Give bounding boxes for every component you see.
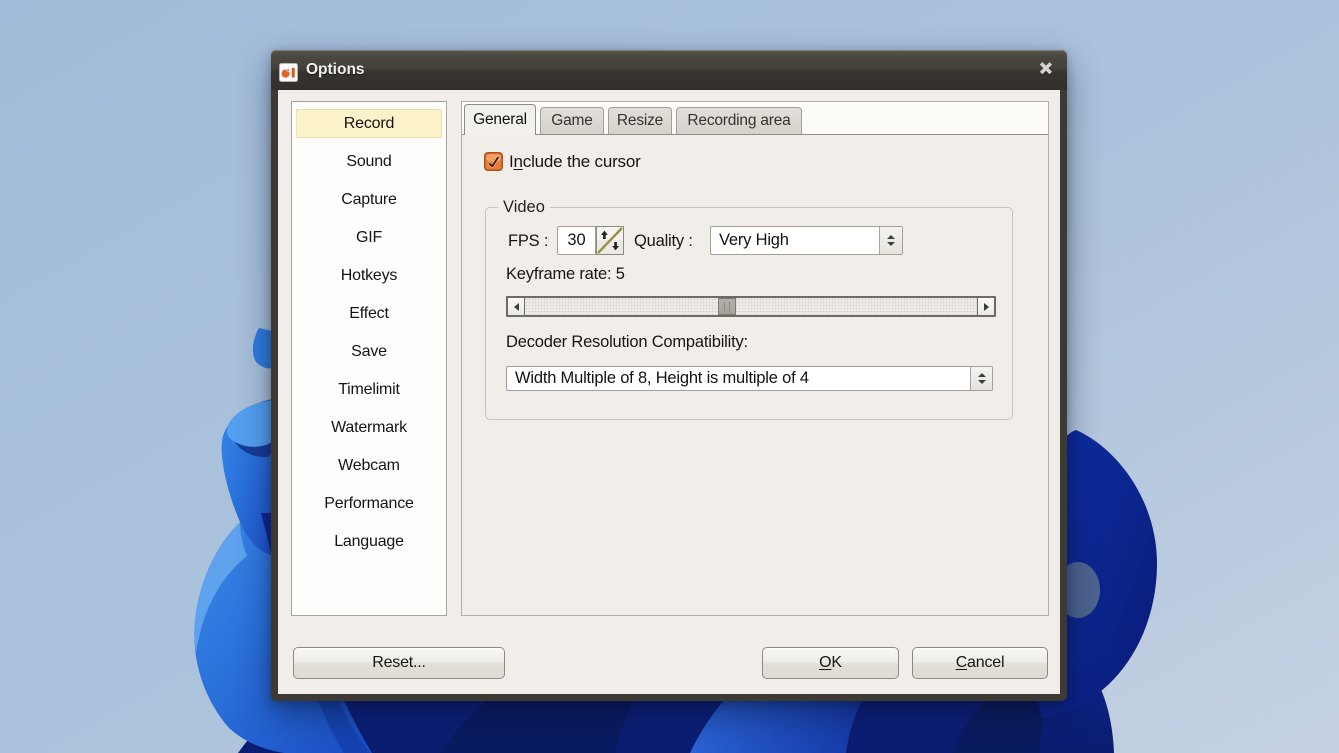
video-groupbox: Video FPS : 30 Quality : Very High	[485, 207, 1013, 420]
sidebar-item-sound[interactable]: Sound	[296, 147, 442, 176]
keyframe-slider[interactable]	[506, 296, 996, 317]
sidebar-item-performance[interactable]: Performance	[296, 489, 442, 518]
sidebar-item-webcam[interactable]: Webcam	[296, 451, 442, 480]
quality-select-arrows-icon[interactable]	[879, 227, 902, 254]
fps-input[interactable]: 30	[557, 226, 596, 255]
left-arrow-icon	[514, 303, 519, 311]
right-arrow-icon	[984, 303, 989, 311]
sidebar-item-effect[interactable]: Effect	[296, 299, 442, 328]
options-dialog: Options ✕ Record Sound Capture GIF Hotke…	[271, 50, 1067, 701]
keyframe-slider-track[interactable]	[525, 298, 977, 315]
fps-label: FPS :	[508, 232, 548, 251]
close-button[interactable]: ✕	[1035, 59, 1057, 81]
tab-control: General Game Resize Recording area Inclu…	[461, 101, 1049, 616]
tab-recording-area[interactable]: Recording area	[676, 107, 802, 134]
video-group-title: Video	[498, 198, 550, 217]
app-icon	[279, 63, 298, 82]
tab-game[interactable]: Game	[540, 107, 604, 134]
titlebar[interactable]: Options ✕	[271, 50, 1067, 90]
up-arrow-icon	[978, 373, 986, 377]
window-title: Options	[306, 50, 365, 90]
sidebar-item-timelimit[interactable]: Timelimit	[296, 375, 442, 404]
sidebar-item-capture[interactable]: Capture	[296, 185, 442, 214]
decoder-select[interactable]: Width Multiple of 8, Height is multiple …	[506, 366, 993, 391]
keyframe-rate-label: Keyframe rate: 5	[506, 265, 625, 284]
ok-mnemonic: O	[819, 654, 831, 671]
up-arrow-icon	[887, 235, 895, 239]
reset-button[interactable]: Reset...	[293, 647, 505, 679]
include-cursor-checkbox[interactable]	[484, 152, 503, 171]
sidebar-item-save[interactable]: Save	[296, 337, 442, 366]
keyframe-slider-thumb[interactable]	[718, 298, 736, 315]
sidebar-item-record[interactable]: Record	[296, 109, 442, 138]
decoder-label: Decoder Resolution Compatibility:	[506, 333, 748, 352]
down-arrow-icon	[978, 380, 986, 384]
fps-spinner[interactable]	[596, 226, 624, 255]
quality-select[interactable]: Very High	[710, 226, 903, 255]
include-cursor-label[interactable]: Include the cursor	[509, 151, 641, 172]
sidebar-item-gif[interactable]: GIF	[296, 223, 442, 252]
slider-right-button[interactable]	[977, 298, 994, 315]
ok-button[interactable]: OK	[762, 647, 899, 679]
sidebar-item-hotkeys[interactable]: Hotkeys	[296, 261, 442, 290]
cancel-button[interactable]: Cancel	[912, 647, 1048, 679]
sidebar-item-watermark[interactable]: Watermark	[296, 413, 442, 442]
down-arrow-icon	[887, 242, 895, 246]
tab-general[interactable]: General	[464, 104, 536, 135]
cancel-rest: ancel	[967, 654, 1004, 671]
sidebar-item-language[interactable]: Language	[296, 527, 442, 556]
dialog-content: Record Sound Capture GIF Hotkeys Effect …	[278, 90, 1060, 694]
label-mnemonic: n	[514, 152, 523, 171]
cancel-mnemonic: C	[956, 654, 967, 671]
label-rest: clude the cursor	[523, 152, 641, 171]
quality-label: Quality :	[634, 232, 693, 251]
category-list: Record Sound Capture GIF Hotkeys Effect …	[291, 101, 447, 616]
decoder-select-arrows-icon[interactable]	[970, 367, 992, 390]
ok-rest: K	[831, 654, 841, 671]
tab-resize[interactable]: Resize	[608, 107, 672, 134]
tab-panel-general: Include the cursor Video FPS : 30 Qualit…	[462, 134, 1048, 615]
slider-left-button[interactable]	[508, 298, 525, 315]
